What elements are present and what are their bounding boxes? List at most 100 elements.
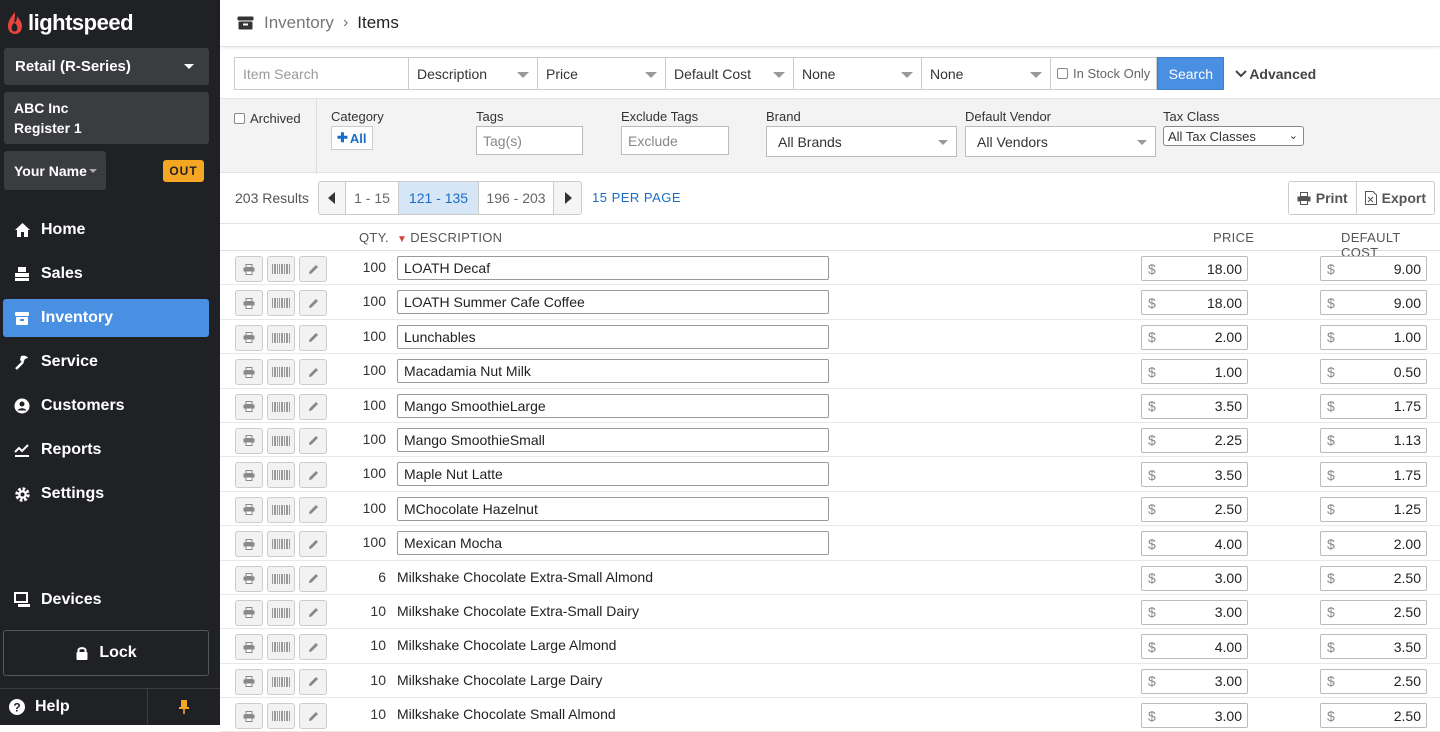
description-input[interactable]: Lunchables: [397, 324, 829, 349]
edit-item-button[interactable]: [299, 668, 327, 695]
barcode-button[interactable]: [267, 634, 295, 661]
barcode-button[interactable]: [267, 703, 295, 730]
default-cost-input[interactable]: $ 1.13: [1320, 427, 1427, 453]
barcode-button[interactable]: [267, 531, 295, 558]
print-button[interactable]: Print: [1288, 182, 1356, 214]
lightspeed-logo[interactable]: lightspeed: [6, 10, 134, 36]
in-stock-only-checkbox[interactable]: In Stock Only: [1050, 57, 1158, 90]
breadcrumb-inventory[interactable]: Inventory: [264, 13, 334, 33]
default-cost-input[interactable]: $ 9.00: [1320, 290, 1427, 316]
default-cost-input[interactable]: $ 2.00: [1320, 531, 1427, 557]
default-cost-input[interactable]: $ 3.50: [1320, 634, 1427, 660]
register-info[interactable]: ABC Inc Register 1: [4, 92, 209, 144]
edit-item-button[interactable]: [299, 703, 327, 730]
next-page-button[interactable]: [554, 182, 581, 214]
description-input[interactable]: Mango SmoothieLarge: [397, 393, 829, 418]
price-header[interactable]: PRICE: [1213, 230, 1254, 245]
nav-service[interactable]: Service: [3, 343, 209, 381]
page-link-current[interactable]: 121 - 135: [399, 182, 479, 214]
price-input[interactable]: $ 3.00: [1141, 565, 1248, 591]
search-button[interactable]: Search: [1157, 57, 1225, 90]
price-field-select[interactable]: Price: [537, 57, 665, 90]
print-label-button[interactable]: [235, 359, 263, 386]
brand-select[interactable]: All Brands: [766, 126, 957, 157]
edit-item-button[interactable]: [299, 496, 327, 523]
nav-home[interactable]: Home: [3, 211, 209, 249]
print-label-button[interactable]: [235, 565, 263, 592]
print-label-button[interactable]: [235, 324, 263, 351]
page-link[interactable]: 1 - 15: [346, 182, 399, 214]
edit-item-button[interactable]: [299, 256, 327, 282]
edit-item-button[interactable]: [299, 565, 327, 592]
barcode-button[interactable]: [267, 599, 295, 626]
price-input[interactable]: $ 4.00: [1141, 634, 1248, 660]
price-input[interactable]: $ 18.00: [1141, 256, 1248, 281]
nav-sales[interactable]: Sales: [3, 255, 209, 293]
per-page-link[interactable]: 15 PER PAGE: [592, 190, 681, 205]
default-cost-input[interactable]: $ 1.75: [1320, 393, 1427, 419]
page-link[interactable]: 196 - 203: [479, 182, 554, 214]
barcode-button[interactable]: [267, 462, 295, 489]
edit-item-button[interactable]: [299, 359, 327, 386]
barcode-button[interactable]: [267, 496, 295, 523]
edit-item-button[interactable]: [299, 462, 327, 489]
price-input[interactable]: $ 3.00: [1141, 668, 1248, 694]
print-label-button[interactable]: [235, 599, 263, 626]
price-input[interactable]: $ 1.00: [1141, 359, 1248, 385]
edit-item-button[interactable]: [299, 531, 327, 558]
edit-item-button[interactable]: [299, 324, 327, 351]
edit-item-button[interactable]: [299, 393, 327, 420]
nav-devices[interactable]: Devices: [3, 581, 209, 619]
description-input[interactable]: Mango SmoothieSmall: [397, 427, 829, 452]
price-input[interactable]: $ 2.50: [1141, 496, 1248, 522]
description-input[interactable]: Macadamia Nut Milk: [397, 359, 829, 384]
description-input[interactable]: LOATH Summer Cafe Coffee: [397, 290, 829, 315]
user-selector[interactable]: Your Name: [4, 151, 106, 190]
export-button[interactable]: Export: [1355, 182, 1434, 214]
barcode-button[interactable]: [267, 324, 295, 351]
price-input[interactable]: $ 3.00: [1141, 599, 1248, 625]
edit-item-button[interactable]: [299, 427, 327, 454]
print-label-button[interactable]: [235, 531, 263, 558]
description-input[interactable]: Mexican Mocha: [397, 531, 829, 556]
price-input[interactable]: $ 4.00: [1141, 531, 1248, 557]
print-label-button[interactable]: [235, 634, 263, 661]
price-input[interactable]: $ 2.25: [1141, 427, 1248, 453]
store-selector[interactable]: Retail (R-Series): [4, 48, 209, 85]
default-cost-input[interactable]: $ 2.50: [1320, 703, 1427, 729]
print-label-button[interactable]: [235, 496, 263, 523]
print-label-button[interactable]: [235, 256, 263, 282]
print-label-button[interactable]: [235, 668, 263, 695]
default-cost-input[interactable]: $ 1.00: [1320, 324, 1427, 350]
price-input[interactable]: $ 2.00: [1141, 324, 1248, 350]
print-label-button[interactable]: [235, 290, 263, 317]
advanced-toggle[interactable]: Advanced: [1235, 57, 1316, 90]
qty-header[interactable]: QTY.: [359, 230, 389, 245]
description-input[interactable]: MChocolate Hazelnut: [397, 496, 829, 521]
default-cost-input[interactable]: $ 1.75: [1320, 462, 1427, 488]
price-input[interactable]: $ 18.00: [1141, 290, 1248, 316]
nav-settings[interactable]: Settings: [3, 475, 209, 513]
description-header[interactable]: ▼ DESCRIPTION: [397, 230, 502, 245]
checkbox[interactable]: [234, 113, 245, 124]
barcode-button[interactable]: [267, 290, 295, 317]
default-cost-input[interactable]: $ 0.50: [1320, 359, 1427, 385]
vendor-select[interactable]: All Vendors: [965, 126, 1156, 157]
barcode-button[interactable]: [267, 668, 295, 695]
exclude-tags-input[interactable]: Exclude: [621, 126, 729, 155]
help-button[interactable]: ? Help: [0, 689, 148, 725]
lock-button[interactable]: Lock: [3, 630, 209, 676]
category-all-button[interactable]: ✚ All: [331, 126, 373, 150]
description-field-select[interactable]: Description: [408, 57, 537, 90]
filter-select-2[interactable]: None: [921, 57, 1050, 90]
tax-class-select[interactable]: All Tax Classes ⌄: [1163, 126, 1304, 146]
edit-item-button[interactable]: [299, 599, 327, 626]
price-input[interactable]: $ 3.00: [1141, 703, 1248, 729]
barcode-button[interactable]: [267, 359, 295, 386]
default-cost-input[interactable]: $ 9.00: [1320, 256, 1427, 281]
default-cost-input[interactable]: $ 2.50: [1320, 565, 1427, 591]
default-cost-field-select[interactable]: Default Cost: [665, 57, 793, 90]
price-input[interactable]: $ 3.50: [1141, 462, 1248, 488]
print-label-button[interactable]: [235, 427, 263, 454]
pin-button[interactable]: [148, 699, 220, 715]
